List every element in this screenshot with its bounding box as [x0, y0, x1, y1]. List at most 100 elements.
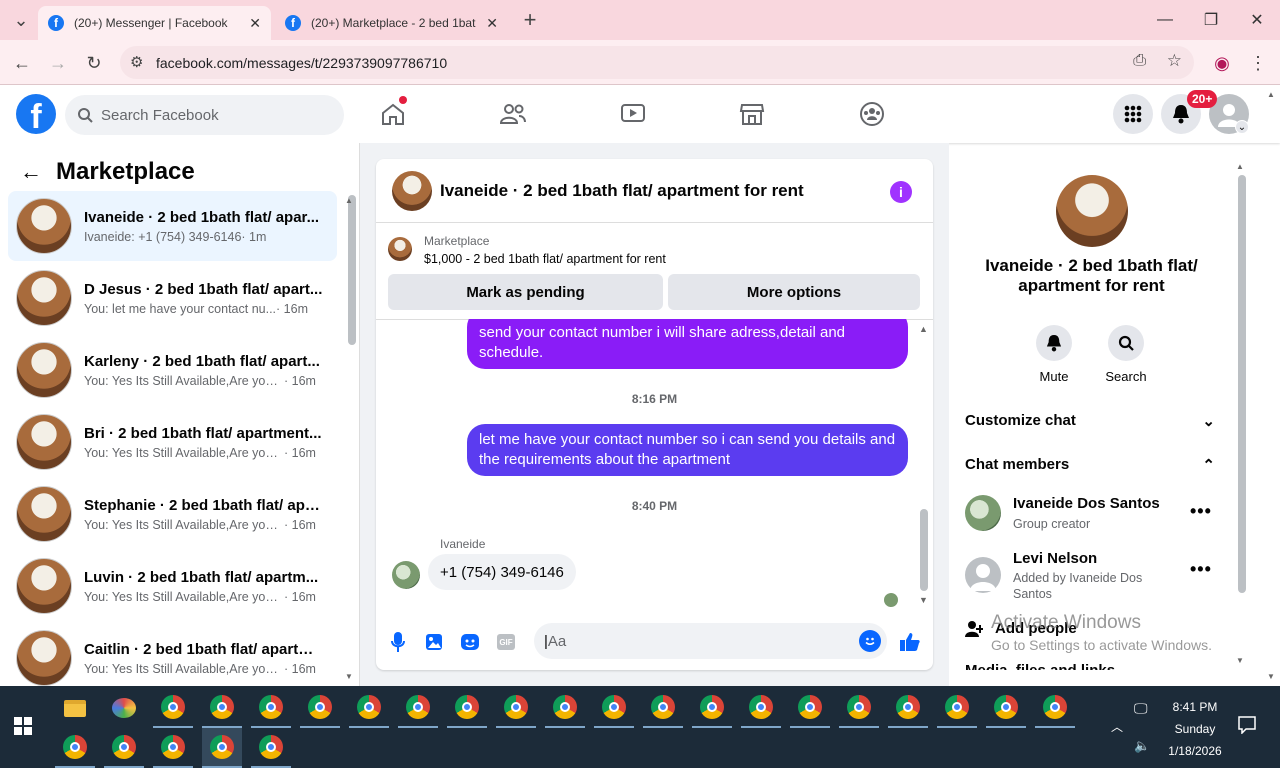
chrome-window-icon[interactable] [545, 688, 585, 728]
conversation-info-icon[interactable]: i [890, 181, 912, 203]
minimize-button[interactable]: — [1142, 8, 1188, 32]
tab-close-icon[interactable]: ✕ [486, 15, 498, 32]
tab-search-chevron-icon[interactable]: ⌄ [8, 7, 34, 33]
facebook-logo[interactable]: f [16, 94, 56, 134]
chrome-window-icon[interactable] [153, 728, 193, 768]
back-icon[interactable]: ← [9, 50, 35, 76]
chrome-window-icon[interactable] [251, 688, 291, 728]
profile-icon[interactable]: ◉ [1209, 50, 1235, 76]
forward-icon[interactable]: → [45, 50, 71, 76]
chrome-window-icon[interactable] [251, 728, 291, 768]
scroll-down-icon[interactable]: ▼ [919, 595, 928, 605]
restore-button[interactable]: ❐ [1188, 8, 1234, 32]
chrome-window-icon-active[interactable] [202, 728, 242, 768]
chrome-window-icon[interactable] [349, 688, 389, 728]
details-scroll-up-icon[interactable]: ▲ [1236, 162, 1244, 171]
home-icon[interactable] [373, 96, 413, 131]
paint-app-icon[interactable] [104, 688, 144, 728]
file-explorer-icon[interactable] [55, 688, 95, 728]
page-scroll-up-icon[interactable]: ▲ [1267, 90, 1275, 99]
chrome-window-icon[interactable] [986, 688, 1026, 728]
member-options-icon[interactable]: ••• [1190, 501, 1212, 522]
action-center-icon[interactable] [1238, 716, 1256, 737]
list-scroll-up-icon[interactable]: ▲ [345, 196, 353, 205]
url-bar[interactable]: ⚙ facebook.com/messages/t/22937390977867… [120, 46, 1194, 79]
search-conversation-button[interactable]: Search [1096, 325, 1156, 384]
chrome-window-icon[interactable] [643, 688, 683, 728]
site-settings-icon[interactable]: ⚙ [130, 53, 143, 71]
thread-scrollbar[interactable] [920, 509, 928, 591]
friends-icon[interactable] [493, 97, 533, 131]
media-files-links-row[interactable]: Media, files and links [965, 662, 1215, 670]
marketplace-icon[interactable] [732, 97, 772, 131]
chrome-window-icon[interactable] [447, 688, 487, 728]
chrome-window-icon[interactable] [741, 688, 781, 728]
chrome-window-icon[interactable] [398, 688, 438, 728]
sticker-icon[interactable] [459, 631, 481, 653]
chrome-window-icon[interactable] [496, 688, 536, 728]
member-item[interactable]: Levi Nelson Added by Ivaneide Dos Santos… [965, 550, 1225, 607]
sent-message[interactable]: send your contact number i will share ad… [467, 319, 908, 369]
back-arrow-icon[interactable]: ← [20, 159, 42, 185]
chat-members-row[interactable]: Chat members ⌃ [965, 456, 1215, 474]
received-message[interactable]: +1 (754) 349-6146 [428, 554, 576, 590]
details-scrollbar[interactable] [1238, 175, 1246, 593]
mute-button[interactable]: Mute [1024, 325, 1084, 384]
browser-menu-icon[interactable]: ⋮ [1245, 50, 1271, 76]
scroll-up-icon[interactable]: ▲ [919, 324, 928, 334]
emoji-icon[interactable] [859, 630, 881, 652]
details-scroll-down-icon[interactable]: ▼ [1236, 656, 1244, 665]
chat-title[interactable]: Ivaneide · 2 bed 1bath flat/ apartment f… [440, 181, 804, 201]
page-scroll-down-icon[interactable]: ▼ [1267, 672, 1275, 681]
groups-icon[interactable] [852, 97, 892, 131]
windows-start-icon[interactable] [14, 717, 32, 738]
chrome-window-icon[interactable] [839, 688, 879, 728]
chrome-window-icon[interactable] [153, 688, 193, 728]
member-item[interactable]: Ivaneide Dos Santos Group creator ••• [965, 495, 1225, 545]
like-thumbs-up-icon[interactable] [899, 631, 921, 653]
conversation-item[interactable]: Stephanie · 2 bed 1bath flat/ apa... You… [8, 479, 337, 549]
tab-close-icon[interactable]: ✕ [249, 15, 261, 32]
close-window-button[interactable]: ✕ [1234, 8, 1280, 32]
message-input[interactable]: | Aa [534, 623, 887, 659]
conversation-list-scrollbar[interactable] [348, 195, 356, 345]
conversation-item[interactable]: Caitlin · 2 bed 1bath flat/ apartm... Yo… [8, 623, 337, 686]
marketplace-listing-banner[interactable]: Marketplace $1,000 - 2 bed 1bath flat/ a… [388, 233, 918, 269]
photo-icon[interactable] [423, 631, 445, 653]
chrome-window-icon[interactable] [202, 688, 242, 728]
chrome-window-icon[interactable] [790, 688, 830, 728]
conversation-item[interactable]: Ivaneide · 2 bed 1bath flat/ apar... Iva… [8, 191, 337, 261]
chrome-window-icon[interactable] [55, 728, 95, 768]
sender-avatar[interactable] [392, 561, 420, 589]
more-options-button[interactable]: More options [668, 274, 920, 310]
conversation-item[interactable]: Karleny · 2 bed 1bath flat/ apart... You… [8, 335, 337, 405]
microphone-icon[interactable] [387, 631, 409, 653]
member-options-icon[interactable]: ••• [1190, 559, 1212, 580]
list-scroll-down-icon[interactable]: ▼ [345, 672, 353, 681]
sent-message[interactable]: let me have your contact number so i can… [467, 424, 908, 476]
chrome-window-icon[interactable] [692, 688, 732, 728]
chrome-window-icon[interactable] [888, 688, 928, 728]
gif-icon[interactable]: GIF [495, 631, 517, 653]
chat-avatar[interactable] [392, 170, 432, 211]
chrome-window-icon[interactable] [300, 688, 340, 728]
conversation-item[interactable]: Bri · 2 bed 1bath flat/ apartment... You… [8, 407, 337, 477]
chrome-window-icon[interactable] [104, 728, 144, 768]
mark-as-pending-button[interactable]: Mark as pending [388, 274, 663, 310]
chrome-window-icon[interactable] [594, 688, 634, 728]
show-hidden-icons-chevron-icon[interactable]: ︿ [1111, 718, 1123, 735]
customize-chat-row[interactable]: Customize chat ⌄ [965, 412, 1215, 430]
menu-grid-icon[interactable] [1113, 94, 1153, 134]
volume-icon[interactable]: 🔈 [1134, 738, 1150, 754]
tab-marketplace[interactable]: f (20+) Marketplace - 2 bed 1bat ✕ [275, 6, 508, 40]
tab-messenger[interactable]: f (20+) Messenger | Facebook ✕ [38, 6, 271, 40]
install-app-icon[interactable]: ⎙ [1133, 52, 1146, 70]
bookmark-star-icon[interactable]: ☆ [1167, 51, 1182, 71]
conversation-item[interactable]: D Jesus · 2 bed 1bath flat/ apart... You… [8, 263, 337, 333]
network-icon[interactable]: 🖵 [1134, 700, 1148, 717]
chrome-window-icon[interactable] [937, 688, 977, 728]
new-tab-button[interactable]: + [517, 7, 543, 33]
reload-icon[interactable]: ↻ [81, 50, 107, 76]
video-icon[interactable] [613, 97, 653, 131]
conversation-item[interactable]: Luvin · 2 bed 1bath flat/ apartm... You:… [8, 551, 337, 621]
